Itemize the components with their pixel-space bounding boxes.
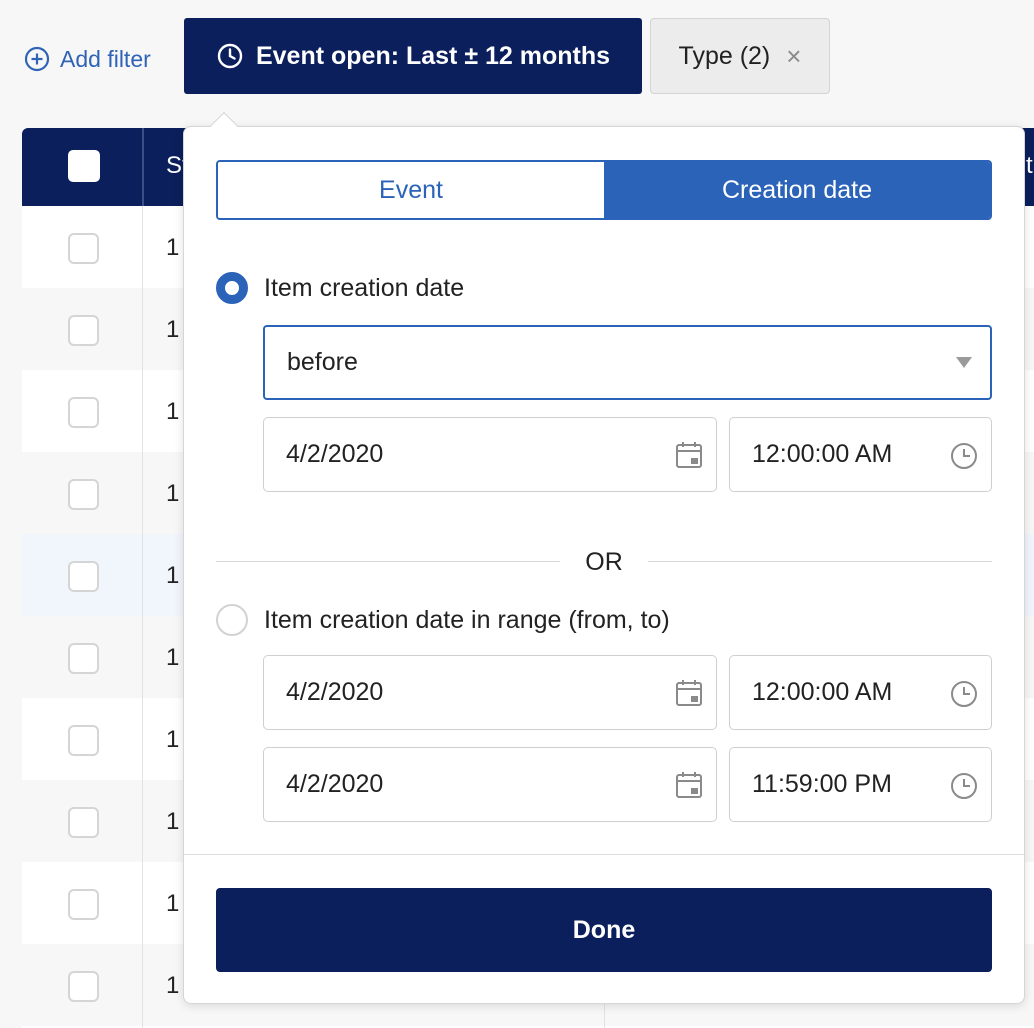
clock-icon <box>217 43 243 69</box>
range-from-time-value: 12:00:00 AM <box>752 678 893 706</box>
item-creation-range-radio[interactable] <box>216 604 248 636</box>
select-all-checkbox[interactable] <box>68 150 100 182</box>
date-type-segmented-control: Event Creation date <box>216 160 992 220</box>
type-filter-label: Type (2) <box>678 41 771 70</box>
clock-icon[interactable] <box>949 441 979 471</box>
row-checkbox[interactable] <box>68 233 99 264</box>
creation-date-input[interactable]: 4/2/2020 <box>263 417 717 492</box>
creation-date-value: 4/2/2020 <box>286 440 384 468</box>
done-button[interactable]: Done <box>216 888 992 972</box>
clock-icon[interactable] <box>949 771 979 801</box>
range-to-time-value: 11:59:00 PM <box>752 770 892 798</box>
row-cell: 1 <box>166 972 180 999</box>
clock-icon[interactable] <box>949 679 979 709</box>
header-divider <box>142 128 144 206</box>
row-checkbox[interactable] <box>68 479 99 510</box>
or-separator: OR <box>216 546 992 578</box>
plus-circle-icon <box>24 46 50 72</box>
operator-select-value: before <box>287 348 358 376</box>
date-filter-popover: Event Creation date Item creation date b… <box>183 111 1025 1004</box>
item-creation-date-label: Item creation date <box>264 273 465 302</box>
calendar-icon[interactable] <box>674 770 704 800</box>
range-to-time-input[interactable]: 11:59:00 PM <box>729 747 992 822</box>
event-open-filter-label: Event open: Last ± 12 months <box>255 41 611 70</box>
row-cell: 1 <box>166 562 180 589</box>
caret-down-icon <box>956 357 972 368</box>
row-checkbox[interactable] <box>68 807 99 838</box>
add-filter-label: Add filter <box>60 45 151 72</box>
row-cell: 1 <box>166 644 180 671</box>
row-cell: 1 <box>166 480 180 507</box>
tab-event[interactable]: Event <box>218 162 604 218</box>
row-checkbox[interactable] <box>68 315 99 346</box>
add-filter-button[interactable]: Add filter <box>24 44 151 74</box>
tab-creation-date[interactable]: Creation date <box>604 162 990 218</box>
item-creation-date-option[interactable]: Item creation date <box>216 272 464 304</box>
range-from-date-input[interactable]: 4/2/2020 <box>263 655 717 730</box>
popover-caret <box>209 111 239 141</box>
range-to-date-value: 4/2/2020 <box>286 770 384 798</box>
row-cell: 1 <box>166 890 180 917</box>
row-checkbox[interactable] <box>68 725 99 756</box>
range-from-date-value: 4/2/2020 <box>286 678 384 706</box>
row-cell: 1 <box>166 726 180 753</box>
calendar-icon[interactable] <box>674 678 704 708</box>
creation-time-value: 12:00:00 AM <box>752 440 893 468</box>
row-checkbox[interactable] <box>68 971 99 1002</box>
operator-select[interactable]: before <box>263 325 992 400</box>
row-cell: 1 <box>166 808 180 835</box>
calendar-icon[interactable] <box>674 440 704 470</box>
item-creation-range-option[interactable]: Item creation date in range (from, to) <box>216 604 670 636</box>
close-icon[interactable]: × <box>786 43 801 69</box>
or-label: OR <box>585 548 623 576</box>
event-open-filter-pill[interactable]: Event open: Last ± 12 months <box>184 18 642 94</box>
item-creation-range-label: Item creation date in range (from, to) <box>264 605 670 634</box>
creation-time-input[interactable]: 12:00:00 AM <box>729 417 992 492</box>
header-cell-last[interactable]: t <box>1026 152 1033 180</box>
row-cell: 1 <box>166 398 180 425</box>
row-checkbox[interactable] <box>68 643 99 674</box>
range-to-date-input[interactable]: 4/2/2020 <box>263 747 717 822</box>
column-divider <box>142 206 143 1028</box>
item-creation-date-radio[interactable] <box>216 272 248 304</box>
row-cell: 1 <box>166 316 180 343</box>
row-checkbox[interactable] <box>68 561 99 592</box>
row-checkbox[interactable] <box>68 889 99 920</box>
type-filter-pill[interactable]: Type (2) × <box>650 18 830 94</box>
range-from-time-input[interactable]: 12:00:00 AM <box>729 655 992 730</box>
row-cell: 1 <box>166 234 180 261</box>
row-checkbox[interactable] <box>68 397 99 428</box>
footer-divider <box>184 854 1024 855</box>
